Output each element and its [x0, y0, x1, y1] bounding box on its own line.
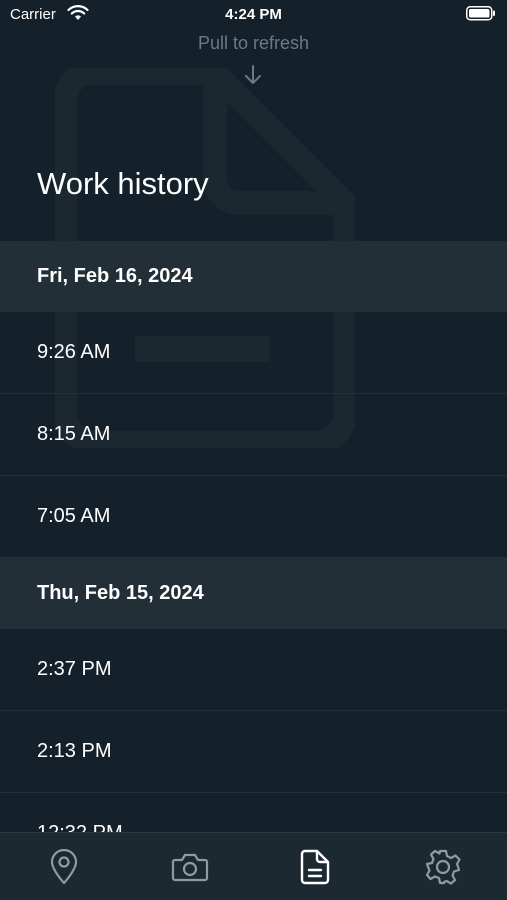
pull-to-refresh-label: Pull to refresh: [197, 33, 310, 53]
section-header-date: Fri, Feb 16, 2024: [0, 241, 507, 312]
tab-bar: [0, 832, 507, 900]
status-time: 4:24 PM: [225, 6, 282, 23]
work-history-list[interactable]: Fri, Feb 16, 2024 9:26 AM 8:15 AM 7:05 A…: [0, 241, 507, 833]
gear-icon: [425, 849, 461, 885]
arrow-down-icon: [245, 65, 261, 84]
section-header-date: Thu, Feb 15, 2024: [0, 558, 507, 629]
tab-location[interactable]: [44, 847, 84, 887]
tab-settings[interactable]: [423, 847, 463, 887]
tab-camera[interactable]: [170, 847, 210, 887]
battery-icon: [466, 6, 495, 21]
page-title: Work history: [37, 166, 209, 201]
camera-icon: [171, 853, 209, 882]
list-item[interactable]: 2:13 PM: [0, 711, 507, 793]
list-item[interactable]: 8:15 AM: [0, 394, 507, 476]
location-pin-icon: [50, 849, 78, 885]
list-item[interactable]: 2:37 PM: [0, 629, 507, 711]
tab-history[interactable]: [295, 847, 335, 887]
list-item[interactable]: 12:32 PM: [0, 793, 507, 833]
status-bar: Carrier 4:24 PM: [0, 0, 507, 30]
list-item[interactable]: 7:05 AM: [0, 476, 507, 558]
list-item[interactable]: 9:26 AM: [0, 312, 507, 394]
document-icon: [300, 849, 330, 885]
